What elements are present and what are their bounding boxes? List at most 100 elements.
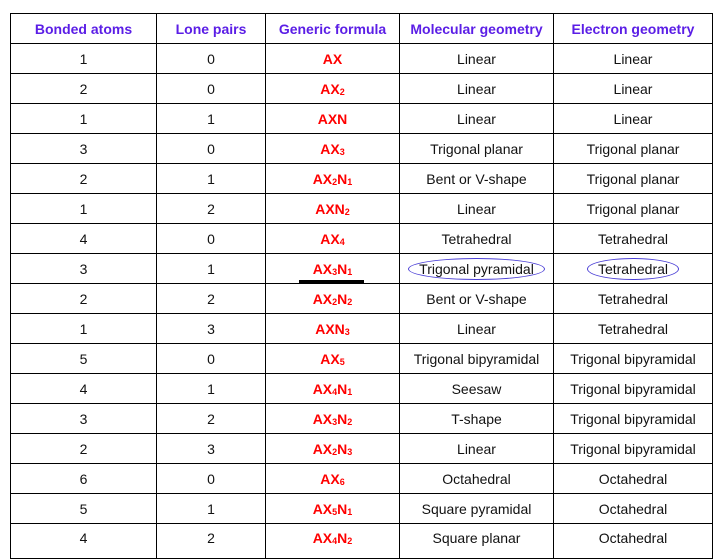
electron-geometry-text: Tetrahedral	[597, 290, 669, 307]
table-row: 4 1 AX4N1 Seesaw Trigonal bipyramidal	[10, 373, 713, 404]
formula-text: AX2N3	[313, 441, 353, 457]
formula-subscript: 1	[347, 506, 353, 517]
table-row: 5 0 AX5 Trigonal bipyramidal Trigonal bipyra…	[10, 343, 713, 374]
generic-formula-cell: AX6	[265, 463, 400, 494]
table-row: 2 3 AX2N3 Linear Trigonal bipyramidal	[10, 433, 713, 464]
formula-text: AXN3	[315, 321, 350, 337]
electron-geometry-text: Trigonal bipyramidal	[570, 440, 696, 457]
electron-geometry-text: Linear	[613, 80, 653, 97]
formula-subscript: 1	[347, 386, 353, 397]
lone-pairs-cell: 0	[156, 343, 266, 374]
formula-base: N	[337, 440, 348, 457]
molecular-geometry-text: Square pyramidal	[421, 500, 532, 517]
formula-base: N	[337, 410, 348, 427]
electron-geometry-cell: Tetrahedral	[553, 223, 713, 254]
formula-base: AX	[312, 170, 333, 187]
molecular-geometry-cell: Linear	[399, 73, 554, 104]
bonded-atoms-cell: 6	[10, 463, 157, 494]
formula-base: AX	[312, 530, 333, 546]
formula-subscript: 2	[347, 416, 353, 427]
formula-text: AX2N2	[313, 291, 353, 307]
molecular-geometry-text: Square planar	[432, 530, 521, 546]
table-row: 2 1 AX2N1 Bent or V-shape Trigonal planar	[10, 163, 713, 194]
electron-geometry-cell: Trigonal bipyramidal	[553, 343, 713, 374]
formula-base: N	[337, 380, 348, 397]
molecular-geometry-cell: Bent or V-shape	[399, 283, 554, 314]
bonded-atoms-cell: 1	[10, 193, 157, 224]
electron-geometry-text: Trigonal bipyramidal	[570, 380, 696, 397]
bonded-atoms-cell: 2	[10, 433, 157, 464]
bonded-atoms-cell: 2	[10, 163, 157, 194]
molecular-geometry-text: Linear	[457, 110, 496, 127]
table-row: 1 2 AXN2 Linear Trigonal planar	[10, 193, 713, 224]
table-row: 1 3 AXN3 Linear Tetrahedral	[10, 313, 713, 344]
molecular-geometry-cell: Trigonal bipyramidal	[399, 343, 554, 374]
formula-text: AX3	[320, 141, 344, 157]
molecular-geometry-text: Linear	[457, 320, 496, 337]
molecular-geometry-cell: Linear	[399, 313, 554, 344]
molecular-geometry-cell: Tetrahedral	[399, 223, 554, 254]
table-row: 2 2 AX2N2 Bent or V-shape Tetrahedral	[10, 283, 713, 314]
generic-formula-cell: AX3N1	[265, 253, 400, 284]
electron-geometry-cell: Linear	[553, 73, 713, 104]
table-row: 1 0 AX Linear Linear	[10, 43, 713, 74]
electron-geometry-cell: Octahedral	[553, 463, 713, 494]
lone-pairs-cell: 3	[156, 313, 266, 344]
lone-pairs-cell: 1	[156, 103, 266, 134]
lone-pairs-cell: 1	[156, 373, 266, 404]
electron-geometry-cell: Trigonal bipyramidal	[553, 403, 713, 434]
header-row: Bonded atoms Lone pairs Generic formula …	[10, 13, 713, 44]
molecular-geometry-text: Tetrahedral	[441, 230, 512, 247]
electron-geometry-cell: Tetrahedral	[553, 253, 713, 284]
bonded-atoms-cell: 1	[10, 103, 157, 134]
molecular-geometry-text: Linear	[457, 50, 496, 67]
lone-pairs-cell: 2	[156, 403, 266, 434]
formula-base: AXN	[315, 320, 345, 337]
bonded-atoms-cell: 5	[10, 343, 157, 374]
generic-formula-cell: AX3	[265, 133, 400, 164]
molecular-geometry-cell: Seesaw	[399, 373, 554, 404]
molecular-geometry-cell: Linear	[399, 193, 554, 224]
generic-formula-cell: AX2N3	[265, 433, 400, 464]
electron-geometry-text: Trigonal planar	[586, 170, 680, 187]
molecular-geometry-text: T-shape	[451, 410, 502, 427]
molecular-geometry-cell: Trigonal planar	[399, 133, 554, 164]
formula-base: N	[337, 170, 348, 187]
bonded-atoms-cell: 3	[10, 253, 157, 284]
formula-base: AX	[320, 230, 340, 247]
molecular-geometry-text: Linear	[457, 440, 496, 457]
formula-base: AXN	[315, 200, 345, 217]
formula-subscript: 1	[347, 176, 353, 187]
electron-geometry-text: Octahedral	[598, 530, 668, 546]
lone-pairs-cell: 2	[156, 193, 266, 224]
electron-geometry-text: Trigonal planar	[586, 140, 680, 157]
table-row: 3 0 AX3 Trigonal planar Trigonal planar	[10, 133, 713, 164]
bonded-atoms-cell: 4	[10, 223, 157, 254]
formula-subscript: 3	[347, 446, 353, 457]
header-lone-pairs: Lone pairs	[156, 13, 266, 44]
formula-subscript: 5	[339, 356, 345, 367]
table-body: 1 0 AX Linear Linear 2 0 AX2 Linear Linear 1 1 AXN Li…	[10, 43, 713, 559]
formula-base: AX	[312, 290, 333, 307]
molecular-geometry-text: Trigonal bipyramidal	[413, 350, 540, 367]
formula-subscript: 2	[344, 206, 350, 217]
formula-text: AX2N1	[313, 171, 353, 187]
formula-base: AXN	[317, 110, 348, 127]
generic-formula-cell: AX2N1	[265, 163, 400, 194]
formula-base: AX	[312, 440, 333, 457]
formula-text: AX4N1	[313, 381, 353, 397]
molecular-geometry-cell: Square planar	[399, 523, 554, 559]
lone-pairs-cell: 0	[156, 133, 266, 164]
electron-geometry-cell: Trigonal bipyramidal	[553, 373, 713, 404]
table-row: 3 1 AX3N1 Trigonal pyramidal Tetrahedral	[10, 253, 713, 284]
molecular-geometry-text: Octahedral	[442, 470, 511, 487]
molecular-geometry-text: Bent or V-shape	[426, 170, 527, 187]
molecular-geometry-cell: Trigonal pyramidal	[399, 253, 554, 284]
electron-geometry-text: Tetrahedral	[597, 230, 669, 247]
electron-geometry-cell: Trigonal planar	[553, 133, 713, 164]
generic-formula-cell: AXN3	[265, 313, 400, 344]
formula-base: AX	[312, 500, 333, 517]
bonded-atoms-cell: 3	[10, 133, 157, 164]
formula-base: N	[337, 530, 348, 546]
formula-base: AX	[322, 50, 343, 67]
